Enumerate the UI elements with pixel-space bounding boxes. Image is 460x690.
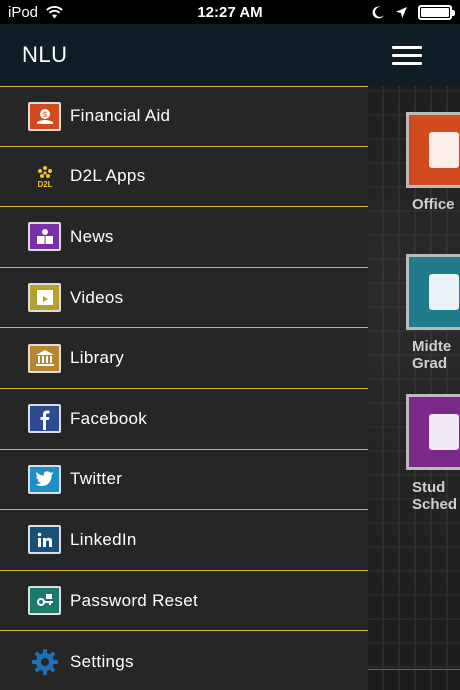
password-reset-icon xyxy=(28,586,61,616)
clipboard-icon xyxy=(429,274,459,310)
status-bar: iPod 12:27 AM xyxy=(0,0,460,24)
news-icon xyxy=(28,222,61,252)
office-tile[interactable] xyxy=(406,112,460,188)
student-schedule-tile-label: Stud Sched xyxy=(412,479,458,513)
office-icon xyxy=(429,132,459,168)
menu-item-label: News xyxy=(70,226,114,246)
menu-item-financial-aid[interactable]: $ Financial Aid xyxy=(0,86,368,147)
wifi-icon xyxy=(46,5,63,18)
drawer-menu: $ Financial Aid D2L D2L Apps News Videos… xyxy=(0,86,368,690)
menu-item-label: D2L Apps xyxy=(70,166,146,186)
twitter-icon xyxy=(28,464,61,494)
background-app: Office Midte Grad Stud Sched xyxy=(368,24,460,690)
hamburger-menu-icon[interactable] xyxy=(392,45,422,65)
svg-text:D2L: D2L xyxy=(37,180,52,189)
settings-icon xyxy=(28,647,61,676)
financial-aid-icon: $ xyxy=(28,101,61,131)
carrier-label: iPod xyxy=(8,3,39,21)
menu-item-d2l-apps[interactable]: D2L D2L Apps xyxy=(0,147,368,208)
calendar-icon xyxy=(429,414,459,450)
office-tile-label: Office xyxy=(412,196,455,213)
menu-item-label: Videos xyxy=(70,287,124,307)
drawer-title: NLU xyxy=(22,42,68,67)
menu-item-videos[interactable]: Videos xyxy=(0,268,368,329)
menu-item-label: Twitter xyxy=(70,469,123,489)
menu-item-news[interactable]: News xyxy=(0,207,368,268)
status-left: iPod xyxy=(8,4,63,21)
videos-icon xyxy=(28,283,61,313)
menu-item-facebook[interactable]: Facebook xyxy=(0,389,368,450)
menu-item-label: Library xyxy=(70,348,125,368)
library-icon xyxy=(28,343,61,373)
status-right xyxy=(372,4,455,20)
menu-item-label: Facebook xyxy=(70,408,148,428)
menu-item-label: Settings xyxy=(70,651,134,671)
navigation-drawer: NLU $ Financial Aid D2L D2L Apps News Vi… xyxy=(0,24,368,690)
menu-item-settings[interactable]: Settings xyxy=(0,631,368,690)
student-schedule-tile[interactable] xyxy=(406,394,460,470)
menu-item-linkedin[interactable]: LinkedIn xyxy=(0,510,368,571)
facebook-icon xyxy=(28,404,61,434)
background-app-header xyxy=(368,24,460,86)
moon-icon xyxy=(372,5,384,18)
menu-item-password-reset[interactable]: Password Reset xyxy=(0,571,368,632)
menu-item-label: LinkedIn xyxy=(70,529,137,549)
drawer-header: NLU xyxy=(0,24,368,86)
midterm-grades-tile-label: Midte Grad xyxy=(412,338,452,372)
menu-item-label: Password Reset xyxy=(70,590,198,610)
linkedin-icon xyxy=(28,525,61,555)
d2l-icon: D2L xyxy=(28,162,61,191)
menu-item-library[interactable]: Library xyxy=(0,328,368,389)
menu-item-label: Financial Aid xyxy=(70,106,171,126)
midterm-grades-tile[interactable] xyxy=(406,254,460,330)
battery-level xyxy=(421,7,449,17)
location-arrow-icon xyxy=(396,6,407,18)
background-app-divider xyxy=(368,669,460,670)
svg-text:$: $ xyxy=(43,112,47,119)
menu-item-twitter[interactable]: Twitter xyxy=(0,450,368,511)
battery-icon xyxy=(418,4,455,20)
